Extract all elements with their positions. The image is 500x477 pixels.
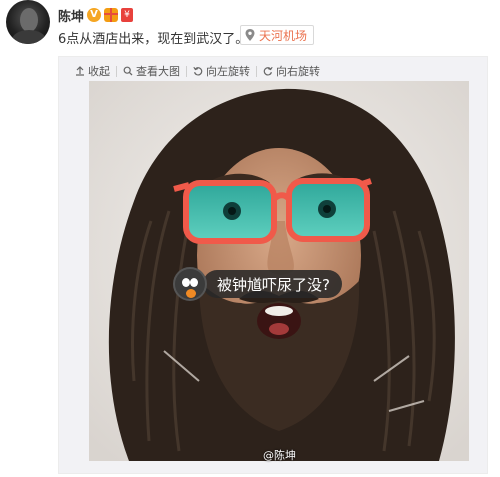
rotate-left-icon	[193, 66, 203, 76]
magnifier-icon	[123, 66, 133, 76]
glasses-overlay	[173, 178, 372, 244]
view-large-button[interactable]: 查看大图	[117, 63, 186, 79]
rotate-left-button[interactable]: 向左旋转	[187, 63, 256, 79]
location-tag[interactable]: 天河机场	[240, 25, 315, 45]
avatar[interactable]	[6, 0, 50, 44]
collapse-label: 收起	[88, 65, 110, 78]
image-watermark: @陈坤	[263, 449, 296, 462]
verified-icon[interactable]: V	[87, 8, 102, 22]
location-pin-icon	[245, 29, 255, 41]
view-large-label: 查看大图	[136, 65, 180, 78]
media-toolbar: 收起 查看大图 向左旋转 向右旋转	[69, 61, 326, 81]
caption-bubble: 被钟馗吓尿了没?	[173, 267, 342, 301]
rotate-right-icon	[263, 66, 273, 76]
rotate-right-button[interactable]: 向右旋转	[257, 63, 326, 79]
username[interactable]: 陈坤	[58, 6, 84, 25]
gift-icon[interactable]	[104, 8, 119, 22]
shocked-emoji-icon	[173, 267, 207, 301]
caption-text: 被钟馗吓尿了没?	[203, 270, 342, 298]
collapse-icon	[76, 66, 84, 76]
avatar-face	[20, 8, 38, 32]
rotate-right-label: 向右旋转	[276, 65, 320, 78]
collapse-button[interactable]: 收起	[69, 63, 116, 79]
avatar-shoulders	[12, 30, 46, 44]
red-badge-icon[interactable]: ¥	[121, 8, 134, 22]
rotate-left-label: 向左旋转	[206, 65, 250, 78]
post-header: 陈坤 V ¥	[58, 6, 134, 25]
location-label: 天河机场	[259, 28, 308, 43]
post-text: 6点从酒店出来，现在到武汉了。	[58, 32, 249, 47]
